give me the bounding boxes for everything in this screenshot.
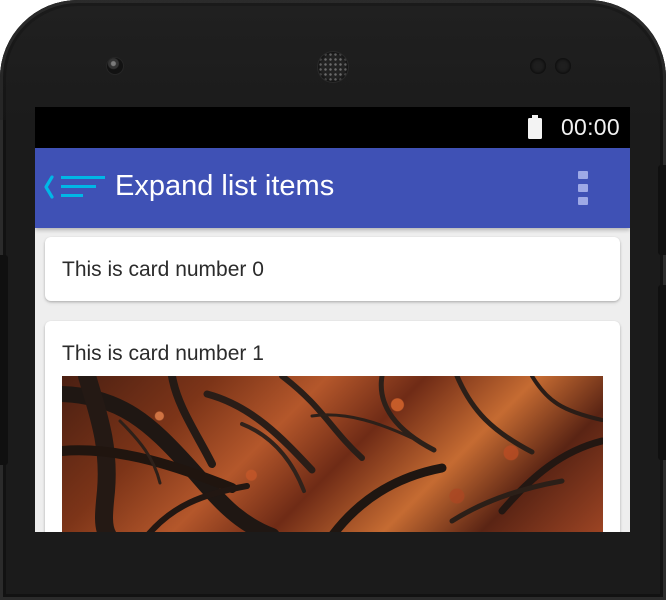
- status-time: 00:00: [560, 114, 620, 140]
- phone-device-frame: 00:00 Expand list items This is card num…: [0, 0, 666, 600]
- more-vert-icon: [578, 171, 588, 205]
- status-bar: 00:00: [35, 107, 630, 148]
- volume-button-right: [658, 285, 666, 460]
- list-item-card-1[interactable]: This is card number 1: [45, 321, 620, 532]
- app-toolbar: Expand list items: [35, 148, 630, 228]
- overflow-menu-button[interactable]: [568, 168, 598, 210]
- proximity-sensor: [530, 58, 546, 74]
- card-image: [62, 376, 603, 532]
- volume-button-left: [0, 255, 8, 465]
- card-list: This is card number 0 This is card numbe…: [35, 228, 630, 532]
- card-title: This is card number 1: [62, 342, 264, 365]
- back-chevron-icon: [44, 175, 54, 199]
- light-sensor: [555, 58, 571, 74]
- phone-screen: 00:00 Expand list items This is card num…: [35, 107, 630, 532]
- speaker-grille: [318, 52, 348, 82]
- power-button: [658, 165, 666, 255]
- toolbar-title: Expand list items: [115, 170, 335, 202]
- navigation-button[interactable]: [37, 166, 111, 210]
- front-camera: [107, 58, 123, 74]
- menu-icon: [61, 176, 105, 197]
- list-item-card-0[interactable]: This is card number 0: [45, 237, 620, 301]
- battery-full-icon: [528, 115, 542, 139]
- card-title: This is card number 0: [62, 258, 264, 281]
